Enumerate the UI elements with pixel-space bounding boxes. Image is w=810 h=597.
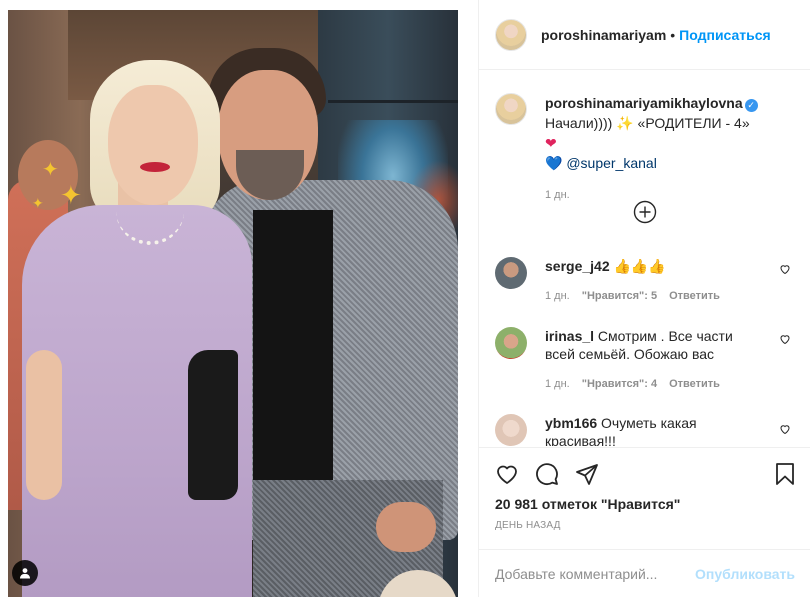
comment-item: ybm166 Очуметь какая красивая!!!: [495, 414, 795, 446]
comment-username[interactable]: irinas_l: [545, 328, 594, 344]
comment-time[interactable]: 1 дн.: [545, 287, 570, 305]
photo-panel: ✦ ✦ ✦: [0, 0, 478, 597]
red-heart-emoji: ❤: [545, 135, 557, 151]
comment-icon[interactable]: [535, 462, 559, 486]
blue-heart-emoji: 💙: [545, 155, 563, 171]
comment-item: irinas_l Смотрим . Все части всей семьёй…: [495, 327, 795, 393]
share-icon[interactable]: [575, 462, 599, 486]
verified-badge-icon: ✓: [744, 99, 758, 112]
sparkle-sticker-icon: ✦: [42, 159, 59, 181]
post-photo[interactable]: ✦ ✦ ✦: [8, 10, 458, 597]
comment-text: 👍👍👍: [613, 258, 666, 274]
caption-text: Начали)))): [545, 115, 617, 131]
comment-time[interactable]: 1 дн.: [545, 375, 570, 393]
comment-input[interactable]: [495, 565, 696, 582]
comments-list[interactable]: poroshinamariyamikhaylovna ✓ Начали)))) ✨…: [479, 71, 810, 446]
separator-dot: •: [670, 26, 676, 43]
heart-icon[interactable]: [779, 263, 791, 275]
comment-item: serge_j42 👍👍👍 1 дн. "Нравится": 5 Ответи…: [495, 257, 795, 305]
heart-icon[interactable]: [495, 462, 519, 486]
user-tag-icon: [20, 568, 30, 579]
post-header: poroshinamariyam • Подписаться: [479, 0, 810, 70]
commenter-avatar[interactable]: [495, 327, 527, 359]
bookmark-icon[interactable]: [773, 462, 797, 486]
caption-title: «РОДИТЕЛИ - 4»: [633, 115, 750, 131]
heart-icon[interactable]: [779, 333, 791, 345]
comment-likes-count[interactable]: "Нравится": 4: [582, 375, 657, 393]
follow-button[interactable]: Подписаться: [679, 27, 771, 43]
reply-button[interactable]: Ответить: [669, 375, 720, 393]
plus-circle-icon[interactable]: [633, 200, 657, 224]
caption: poroshinamariyamikhaylovna ✓ Начали)))) ✨…: [479, 71, 810, 205]
heart-icon[interactable]: [779, 423, 791, 435]
author-username[interactable]: poroshinamariyam: [541, 27, 666, 43]
reply-button[interactable]: Ответить: [669, 287, 720, 305]
commenter-avatar[interactable]: [495, 257, 527, 289]
publish-button[interactable]: Опубликовать: [695, 566, 795, 582]
commenter-avatar[interactable]: [495, 414, 527, 446]
caption-mention[interactable]: @super_kanal: [562, 155, 657, 171]
caption-username[interactable]: poroshinamariyamikhaylovna: [545, 95, 743, 111]
comment-likes-count[interactable]: "Нравится": 5: [582, 287, 657, 305]
add-comment-form: Опубликовать: [479, 549, 810, 597]
comment-username[interactable]: ybm166: [545, 415, 597, 431]
comment-username[interactable]: serge_j42: [545, 258, 610, 274]
user-tag-button[interactable]: [12, 560, 38, 586]
author-avatar[interactable]: [495, 18, 527, 51]
sparkles-emoji: ✨: [616, 115, 634, 131]
post-actions: 20 981 отметок "Нравится" ДЕНЬ НАЗАД Опу…: [479, 447, 810, 597]
post-date[interactable]: ДЕНЬ НАЗАД: [495, 520, 561, 531]
post-sidebar: poroshinamariyam • Подписаться poroshina…: [478, 0, 810, 597]
likes-count[interactable]: 20 981 отметок "Нравится": [495, 496, 680, 512]
caption-avatar[interactable]: [495, 93, 527, 125]
